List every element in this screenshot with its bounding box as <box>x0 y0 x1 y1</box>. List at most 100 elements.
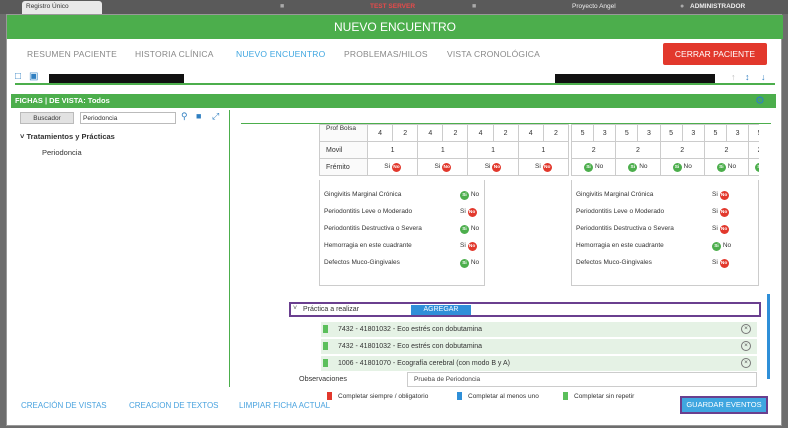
scroll-indicator[interactable] <box>767 294 770 379</box>
remove-icon[interactable]: × <box>741 341 751 351</box>
fremito-cell[interactable]: Si No <box>570 158 617 176</box>
page-title: NUEVO ENCUENTRO <box>7 15 783 39</box>
no-toggle[interactable]: No <box>719 225 729 234</box>
expand-vertical-icon[interactable]: ↕ <box>745 72 750 82</box>
gear-icon[interactable]: ⚙ <box>755 94 765 107</box>
movil-cell[interactable]: 1 <box>366 141 419 159</box>
no-toggle[interactable]: No <box>719 208 729 217</box>
prof-cell[interactable]: 2 <box>442 124 469 142</box>
fremito-cell[interactable]: Si No <box>517 158 570 176</box>
prof-cell[interactable]: 5 <box>615 124 639 142</box>
prof-cell[interactable]: 5 <box>703 124 727 142</box>
fremito-cell[interactable]: Si No <box>366 158 419 176</box>
si-toggle[interactable]: Si <box>584 162 593 172</box>
legend-item: Completar sin repetir <box>563 392 634 400</box>
si-toggle[interactable]: Si <box>460 259 469 268</box>
user-label[interactable]: ADMINISTRADOR <box>690 3 745 10</box>
prof-cell[interactable]: 4 <box>467 124 494 142</box>
movil-cell[interactable]: 2 <box>615 141 661 159</box>
remove-icon[interactable]: × <box>741 324 751 334</box>
movil-cell[interactable]: 1 <box>467 141 519 159</box>
legend-label: Completar sin repetir <box>574 392 635 400</box>
collapse-up-icon[interactable]: ↑ <box>731 72 736 82</box>
search-icon[interactable]: ⚲ <box>181 111 188 122</box>
chevron-down-icon[interactable]: ˅ <box>293 305 297 312</box>
no-toggle[interactable]: No <box>492 162 502 172</box>
prof-cell[interactable]: 4 <box>417 124 444 142</box>
prof-cell[interactable]: 5 <box>570 124 595 142</box>
book-icon[interactable]: ▣ <box>29 71 38 82</box>
tab-historia-clinica[interactable]: HISTORIA CLÍNICA <box>135 49 214 59</box>
si-toggle[interactable]: Si <box>628 162 638 172</box>
no-toggle[interactable]: No <box>542 162 552 172</box>
no-toggle[interactable]: No <box>467 208 477 217</box>
movil-cell[interactable]: 1 <box>517 141 570 159</box>
prof-cell[interactable]: 5 <box>748 124 759 142</box>
movil-cell[interactable]: 2 <box>748 141 759 159</box>
condition-label: Defectos Muco-Gingivales <box>576 259 652 266</box>
tab-vista-cronologica[interactable]: VISTA CRONOLÓGICA <box>447 49 540 59</box>
fremito-cell[interactable]: Si No <box>703 158 750 176</box>
movil-cell[interactable]: 1 <box>417 141 469 159</box>
new-document-icon[interactable]: □ <box>15 71 21 82</box>
movil-cell[interactable]: 2 <box>703 141 750 159</box>
prof-cell[interactable]: 2 <box>492 124 519 142</box>
si-toggle[interactable]: Si <box>755 162 759 172</box>
search-button[interactable]: Buscador <box>20 112 74 124</box>
row-label-prof: Prof Bolsa <box>319 124 368 142</box>
no-toggle[interactable]: No <box>719 191 729 200</box>
movil-cell[interactable]: 2 <box>659 141 705 159</box>
prof-cell[interactable]: 3 <box>637 124 661 142</box>
si-toggle[interactable]: Si <box>460 191 469 200</box>
observaciones-input[interactable]: Prueba de Periodoncia <box>407 372 757 387</box>
add-button[interactable]: AGREGAR <box>411 305 471 315</box>
expand-icon[interactable]: ⤢ <box>212 111 219 122</box>
fremito-cell[interactable]: Si <box>748 158 759 176</box>
prof-cell[interactable]: 3 <box>725 124 750 142</box>
si-label: Si <box>712 191 718 198</box>
prof-cell[interactable]: 2 <box>392 124 419 142</box>
search-input[interactable]: Periodoncia <box>80 112 176 124</box>
tree-group[interactable]: ˅ Tratamientos y Prácticas <box>20 132 115 141</box>
fremito-cell[interactable]: Si No <box>417 158 469 176</box>
si-toggle[interactable]: Si <box>460 225 469 234</box>
create-texts-link[interactable]: CREACION DE TEXTOS <box>129 401 219 410</box>
no-toggle[interactable]: No <box>719 259 729 268</box>
fremito-cell[interactable]: Si No <box>467 158 519 176</box>
prof-cell[interactable]: 4 <box>366 124 394 142</box>
close-patient-button[interactable]: CERRAR PACIENTE <box>663 43 767 65</box>
si-toggle[interactable]: Si <box>672 162 682 172</box>
create-views-link[interactable]: CREACIÓN DE VISTAS <box>21 401 107 410</box>
prof-cell[interactable]: 2 <box>542 124 570 142</box>
blue-flag-icon <box>457 392 462 400</box>
no-label: No <box>727 162 737 170</box>
movil-cell[interactable]: 2 <box>570 141 617 159</box>
condition-label: Periodontitis Leve o Moderado <box>576 208 665 215</box>
tab-nuevo-encuentro[interactable]: NUEVO ENCUENTRO <box>236 49 325 59</box>
trash-icon[interactable]: ■ <box>196 111 201 121</box>
si-toggle[interactable]: Si <box>716 162 726 172</box>
fremito-cell[interactable]: Si No <box>615 158 661 176</box>
save-events-button[interactable]: GUARDAR EVENTOS <box>680 396 768 414</box>
user-icon: ● <box>680 3 685 10</box>
si-toggle[interactable]: Si <box>712 242 721 251</box>
prof-cell[interactable]: 5 <box>659 124 683 142</box>
no-toggle[interactable]: No <box>442 162 452 172</box>
browser-tab[interactable]: Registro Único <box>22 1 102 14</box>
prof-cell[interactable]: 3 <box>593 124 617 142</box>
tab-resumen-paciente[interactable]: RESUMEN PACIENTE <box>27 49 117 59</box>
remove-icon[interactable]: × <box>741 358 751 368</box>
condition-label: Periodontitis Leve o Moderado <box>324 208 413 215</box>
prof-cell[interactable]: 4 <box>517 124 544 142</box>
clear-form-link[interactable]: LIMPIAR FICHA ACTUAL <box>239 401 330 410</box>
prof-cell[interactable]: 3 <box>681 124 705 142</box>
practice-item: 7432 - 41801032 - Eco estrés con dobutam… <box>321 339 757 354</box>
main-window: NUEVO ENCUENTRO RESUMEN PACIENTE HISTORI… <box>6 14 783 426</box>
tree-item-periodoncia[interactable]: Periodoncia <box>42 148 82 157</box>
no-toggle[interactable]: No <box>467 242 477 251</box>
grid-left: Prof Bolsa 42 42 42 42 Movil 1 1 1 1 Fré… <box>319 124 570 176</box>
fremito-cell[interactable]: Si No <box>659 158 705 176</box>
download-icon[interactable]: ↓ <box>761 72 766 82</box>
no-toggle[interactable]: No <box>391 162 401 172</box>
tab-problemas-hilos[interactable]: PROBLEMAS/HILOS <box>344 49 428 59</box>
